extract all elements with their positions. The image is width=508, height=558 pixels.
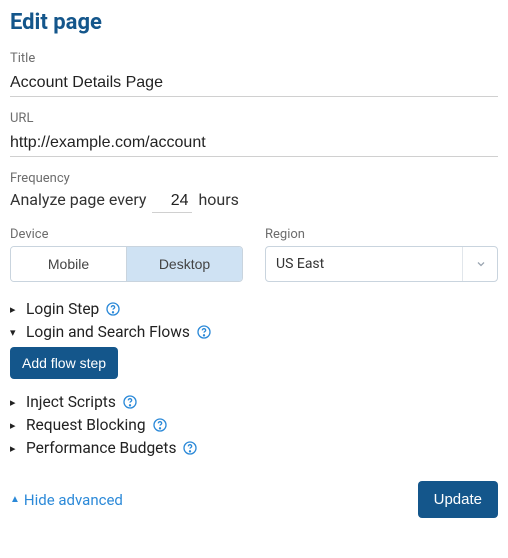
- chevron-down-icon: [475, 258, 487, 270]
- section-performance-budgets[interactable]: ▸ Performance Budgets: [10, 439, 498, 457]
- update-button[interactable]: Update: [418, 481, 498, 518]
- title-input[interactable]: [10, 70, 498, 97]
- section-login-step[interactable]: ▸ Login Step: [10, 300, 498, 318]
- caret-right-icon: ▸: [10, 303, 20, 316]
- help-icon[interactable]: [105, 301, 121, 317]
- section-login-step-label: Login Step: [26, 300, 99, 318]
- region-select[interactable]: US East: [265, 246, 498, 282]
- hide-advanced-label: Hide advanced: [24, 491, 123, 509]
- caret-right-icon: ▸: [10, 396, 20, 409]
- section-inject-scripts[interactable]: ▸ Inject Scripts: [10, 393, 498, 411]
- title-label: Title: [10, 51, 498, 66]
- url-input[interactable]: [10, 130, 498, 157]
- page-title: Edit page: [10, 10, 498, 35]
- region-label: Region: [265, 227, 498, 242]
- section-flows-label: Login and Search Flows: [26, 323, 190, 341]
- device-mobile-button[interactable]: Mobile: [11, 247, 127, 281]
- section-request-blocking-label: Request Blocking: [26, 416, 146, 434]
- caret-right-icon: ▸: [10, 419, 20, 432]
- frequency-input[interactable]: [152, 190, 192, 213]
- frequency-label: Frequency: [10, 171, 498, 186]
- caret-down-icon: ▾: [10, 326, 20, 339]
- help-icon[interactable]: [152, 417, 168, 433]
- frequency-prefix: Analyze page every: [10, 190, 146, 209]
- section-request-blocking[interactable]: ▸ Request Blocking: [10, 416, 498, 434]
- help-icon[interactable]: [122, 394, 138, 410]
- region-value: US East: [276, 256, 324, 272]
- add-flow-step-button[interactable]: Add flow step: [10, 347, 118, 379]
- caret-up-icon: ▲: [10, 494, 20, 505]
- hide-advanced-toggle[interactable]: ▲ Hide advanced: [10, 491, 123, 509]
- url-label: URL: [10, 111, 498, 126]
- section-inject-scripts-label: Inject Scripts: [26, 393, 116, 411]
- device-toggle: Mobile Desktop: [10, 246, 243, 282]
- section-performance-budgets-label: Performance Budgets: [26, 439, 176, 457]
- device-label: Device: [10, 227, 243, 242]
- device-desktop-button[interactable]: Desktop: [127, 247, 242, 281]
- help-icon[interactable]: [182, 440, 198, 456]
- section-flows[interactable]: ▾ Login and Search Flows: [10, 323, 498, 341]
- caret-right-icon: ▸: [10, 442, 20, 455]
- frequency-suffix: hours: [198, 190, 238, 209]
- help-icon[interactable]: [196, 324, 212, 340]
